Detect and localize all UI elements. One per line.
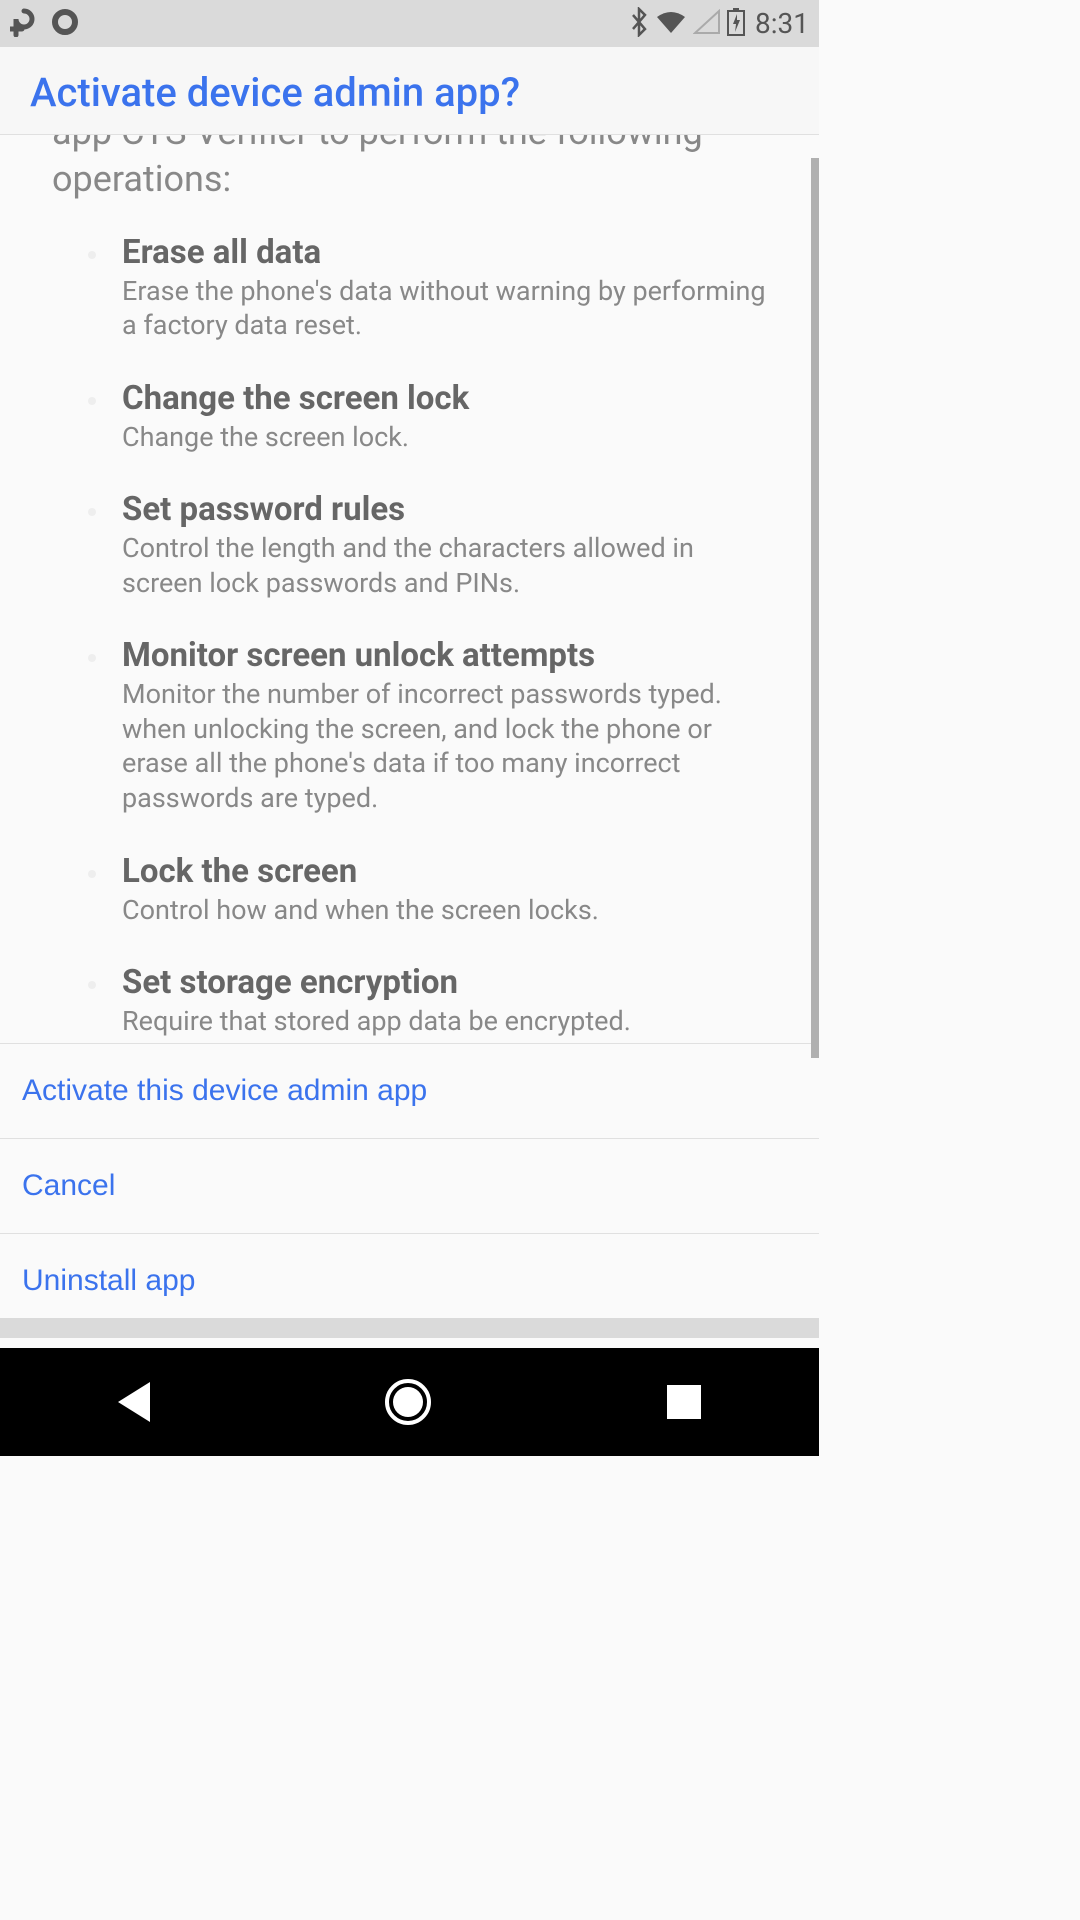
- permission-item: Set password rules Control the length an…: [88, 490, 767, 600]
- nav-bar: [0, 1348, 819, 1456]
- status-bar: 8:31: [0, 0, 819, 47]
- activate-button[interactable]: Activate this device admin app: [0, 1044, 819, 1139]
- header: Activate device admin app?: [0, 47, 819, 135]
- bottom-spacer: [0, 1318, 819, 1338]
- intro-text: app CTS Verifier to perform the followin…: [52, 135, 767, 203]
- fi-icon: [10, 7, 38, 41]
- bluetooth-icon: [631, 7, 649, 41]
- wifi-icon: [655, 9, 687, 39]
- permission-item: Lock the screen Control how and when the…: [88, 852, 767, 928]
- scrollbar[interactable]: [811, 158, 819, 1058]
- permission-title: Set storage encryption: [122, 963, 767, 1002]
- permission-desc: Control how and when the screen locks.: [122, 893, 767, 928]
- uninstall-button[interactable]: Uninstall app: [0, 1234, 819, 1318]
- permission-item: Monitor screen unlock attempts Monitor t…: [88, 636, 767, 815]
- permission-desc: Require that stored app data be encrypte…: [122, 1004, 767, 1039]
- page-title: Activate device admin app?: [30, 69, 789, 116]
- nav-home-icon[interactable]: [385, 1379, 431, 1425]
- permission-desc: Erase the phone's data without warning b…: [122, 274, 767, 343]
- permission-title: Set password rules: [122, 490, 767, 529]
- action-buttons: Activate this device admin app Cancel Un…: [0, 1043, 819, 1318]
- permission-desc: Change the screen lock.: [122, 420, 767, 455]
- permission-title: Monitor screen unlock attempts: [122, 636, 767, 675]
- permission-item: Change the screen lock Change the screen…: [88, 379, 767, 455]
- status-time: 8:31: [755, 7, 809, 40]
- permission-title: Change the screen lock: [122, 379, 767, 418]
- permission-title: Lock the screen: [122, 852, 767, 891]
- nav-back-icon[interactable]: [118, 1382, 150, 1422]
- permission-title: Erase all data: [122, 233, 767, 272]
- permission-desc: Control the length and the characters al…: [122, 531, 767, 600]
- permission-list: Erase all data Erase the phone's data wi…: [52, 233, 767, 1043]
- nav-recent-icon[interactable]: [667, 1385, 701, 1419]
- permission-item: Set storage encryption Require that stor…: [88, 963, 767, 1039]
- permission-desc: Monitor the number of incorrect password…: [122, 677, 767, 815]
- content-scroll[interactable]: app CTS Verifier to perform the followin…: [0, 135, 819, 1043]
- cell-icon: [693, 9, 721, 39]
- cancel-button[interactable]: Cancel: [0, 1139, 819, 1234]
- battery-charging-icon: [727, 8, 745, 40]
- permission-item: Erase all data Erase the phone's data wi…: [88, 233, 767, 343]
- circle-icon: [52, 9, 78, 39]
